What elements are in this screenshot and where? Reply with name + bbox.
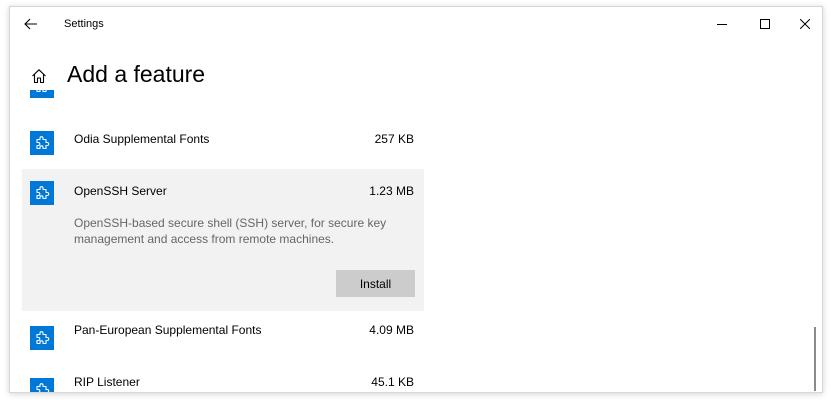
close-icon (800, 19, 810, 29)
feature-item-partial[interactable] (22, 90, 424, 112)
feature-name: RIP Listener (74, 375, 140, 389)
feature-name: OpenSSH Server (74, 184, 167, 198)
scrollbar[interactable] (814, 327, 816, 391)
back-button[interactable] (18, 11, 44, 37)
puzzle-icon (30, 378, 54, 392)
feature-item-odia-supplemental-fonts[interactable]: Odia Supplemental Fonts 257 KB (22, 117, 424, 167)
close-button[interactable] (785, 11, 822, 37)
feature-size: 1.23 MB (369, 184, 414, 198)
install-button[interactable]: Install (336, 270, 415, 297)
puzzle-icon (30, 90, 54, 98)
home-button[interactable] (28, 65, 50, 87)
maximize-icon (760, 19, 770, 29)
feature-item-openssh-server[interactable]: OpenSSH Server 1.23 MB OpenSSH-based sec… (22, 169, 424, 311)
feature-item-rip-listener[interactable]: RIP Listener 45.1 KB (22, 364, 424, 392)
back-arrow-icon (24, 18, 37, 30)
app-title: Settings (64, 18, 104, 30)
home-icon (32, 69, 46, 84)
feature-item-pan-european-supplemental-fonts[interactable]: Pan-European Supplemental Fonts 4.09 MB (22, 312, 424, 362)
puzzle-icon (30, 326, 54, 350)
feature-size: 45.1 KB (371, 375, 414, 389)
feature-name: Odia Supplemental Fonts (74, 132, 210, 146)
puzzle-icon (30, 181, 54, 205)
minimize-icon (717, 24, 727, 25)
feature-size: 4.09 MB (369, 323, 414, 337)
feature-description: OpenSSH-based secure shell (SSH) server,… (74, 216, 387, 246)
feature-size: 257 KB (374, 132, 414, 146)
feature-list[interactable]: Odia Supplemental Fonts 257 KB OpenSSH S… (22, 90, 424, 392)
minimize-button[interactable] (702, 11, 742, 37)
settings-window: Settings Add a feature Odia Supplemental… (9, 6, 823, 393)
page-title: Add a feature (67, 61, 206, 87)
title-bar: Settings (10, 7, 822, 41)
puzzle-icon (30, 131, 54, 155)
maximize-button[interactable] (745, 11, 785, 37)
feature-name: Pan-European Supplemental Fonts (74, 323, 262, 337)
